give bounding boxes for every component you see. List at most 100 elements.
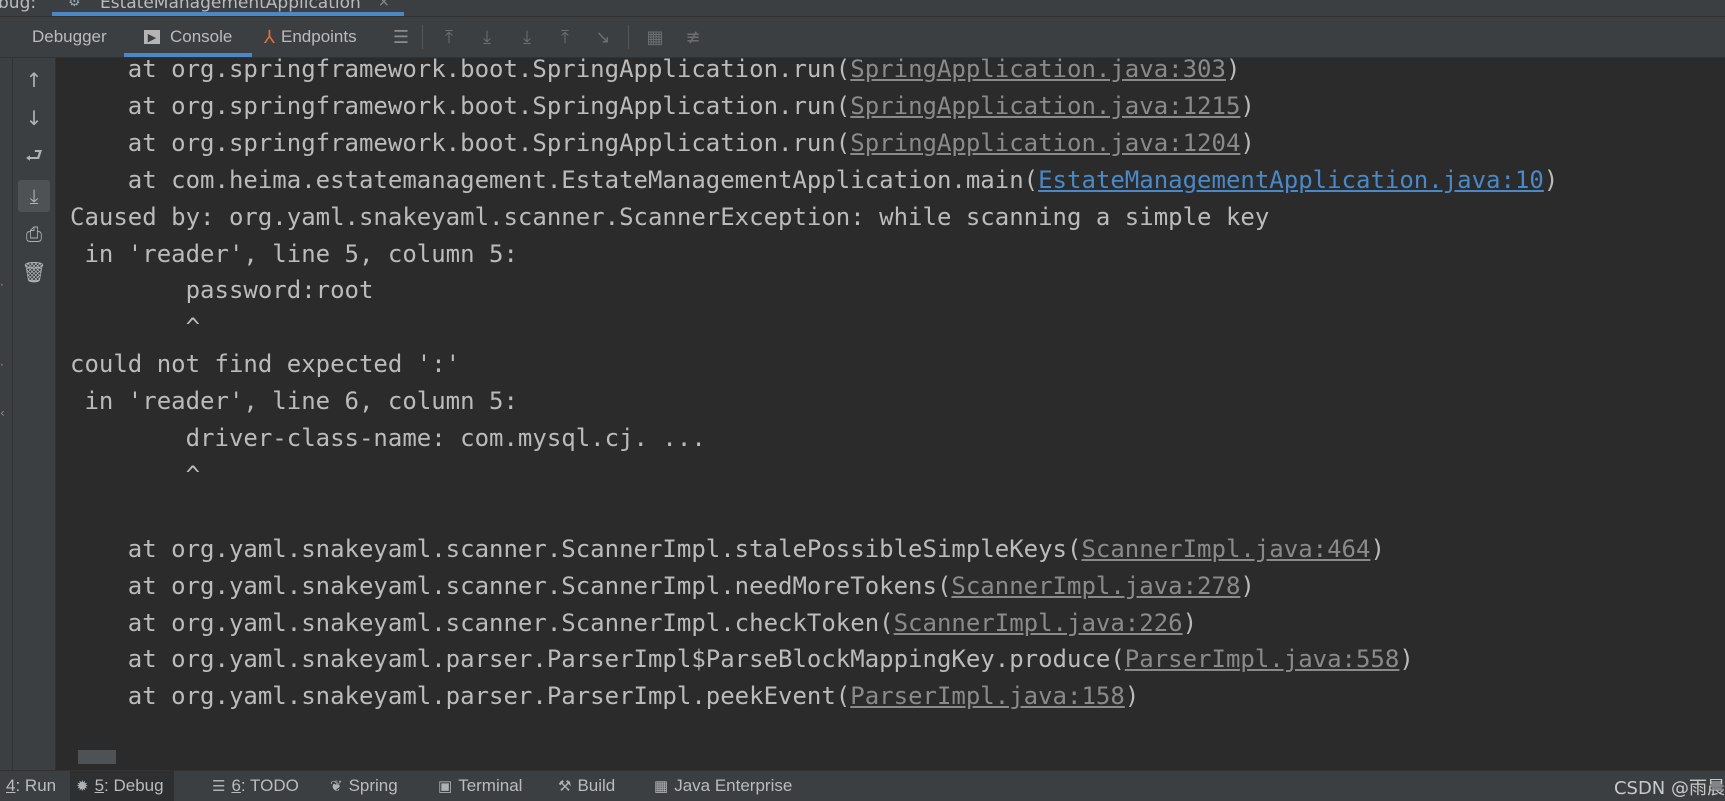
console-line-suffix: ): [1240, 91, 1255, 120]
restore-layout-icon[interactable]: ☰: [388, 17, 414, 57]
tab-endpoints-label: Endpoints: [281, 27, 357, 46]
tool-tab-label: Build: [577, 776, 616, 795]
step-into-icon[interactable]: ⤓: [514, 17, 540, 57]
java-enterprise-icon: ▦: [654, 778, 669, 795]
csdn-watermark: CSDN @雨晨: [1613, 778, 1725, 799]
stack-trace-link[interactable]: ScannerImpl.java:278: [951, 572, 1240, 600]
console-line: at org.springframework.boot.SpringApplic…: [70, 123, 1255, 163]
console-line-text: at org.yaml.snakeyaml.scanner.ScannerImp…: [70, 534, 1082, 563]
tool-tab-number: 6: [231, 776, 241, 795]
evaluate-expression-icon[interactable]: ▦: [642, 17, 668, 57]
console-line-text: ^: [70, 313, 201, 342]
console-line: at org.springframework.boot.SpringApplic…: [70, 58, 1241, 89]
tool-tab-run[interactable]: 4: Run: [6, 771, 56, 801]
stack-trace-link[interactable]: ParserImpl.java:158: [850, 682, 1125, 710]
console-line: could not find expected ':': [70, 344, 460, 384]
tool-tab-label: : Debug: [104, 776, 164, 795]
console-icon: ▶: [144, 30, 160, 44]
console-line: in 'reader', line 5, column 5:: [70, 234, 518, 274]
console-line-text: in 'reader', line 6, column 5:: [70, 387, 518, 416]
console-line-text: password:root: [70, 276, 374, 305]
console-line-text: at org.yaml.snakeyaml.parser.ParserImpl$…: [70, 645, 1125, 674]
run-to-cursor-icon[interactable]: ↘: [590, 17, 616, 57]
console-line: at org.springframework.boot.SpringApplic…: [70, 86, 1255, 126]
console-output[interactable]: at org.springframework.boot.SpringApplic…: [56, 58, 1725, 770]
tool-tab-java-enterprise[interactable]: ▦ Java Enterprise: [654, 771, 792, 801]
tab-debugger-label: Debugger: [32, 27, 107, 46]
tool-tab-label: : Run: [15, 776, 57, 795]
console-line-suffix: ): [1399, 645, 1414, 674]
toolbar-separator: [628, 25, 629, 49]
up-arrow-icon[interactable]: ↑: [18, 64, 50, 96]
console-line-text: at org.yaml.snakeyaml.scanner.ScannerImp…: [70, 608, 894, 637]
console-line-text: ^: [70, 460, 201, 489]
console-line: ^: [70, 307, 200, 347]
tool-tab-todo[interactable]: ☰ 6: TODO: [212, 771, 299, 801]
toolbar-separator: [422, 25, 423, 49]
console-line-text: at org.springframework.boot.SpringApplic…: [70, 128, 851, 157]
console-line-text: driver-class-name: com.mysql.cj. ...: [70, 424, 706, 452]
debug-bug-icon: ✹: [76, 778, 89, 795]
console-line-suffix: ): [1124, 682, 1140, 711]
console-line-text: in 'reader', line 5, column 5:: [70, 239, 518, 268]
stack-trace-link[interactable]: ScannerImpl.java:464: [1081, 535, 1370, 563]
scroll-to-end-icon[interactable]: ⤓: [18, 180, 50, 212]
console-line-text: at org.yaml.snakeyaml.scanner.ScannerImp…: [70, 571, 952, 600]
show-execution-point-icon[interactable]: ⤒: [436, 17, 462, 57]
gutter-marker-icon: ·: [0, 358, 4, 372]
tool-window-bar: CSDN @雨晨 4: Run ✹ 5: Debug ☰ 6: TODO ❦ Spring ▣…: [0, 770, 1725, 801]
console-line: at org.yaml.snakeyaml.parser.ParserImpl.…: [70, 676, 1139, 716]
down-arrow-icon[interactable]: ↓: [18, 102, 50, 134]
console-line: at org.yaml.snakeyaml.parser.ParserImpl$…: [70, 639, 1414, 679]
spring-leaf-icon: ❦: [330, 778, 343, 795]
active-tab-underline: [52, 12, 404, 16]
stack-trace-link[interactable]: ParserImpl.java:558: [1125, 645, 1400, 673]
console-line: in 'reader', line 6, column 5:: [70, 381, 518, 421]
tool-tab-terminal[interactable]: ▣ Terminal: [438, 771, 522, 801]
tool-tab-build[interactable]: ⚒ Build: [558, 771, 615, 801]
tab-estate-management-application[interactable]: ⚙ EstateManagementApplication ×: [52, 0, 404, 16]
tool-tab-debug[interactable]: ✹ 5: Debug: [70, 771, 174, 801]
trace-settings-icon[interactable]: ≢: [680, 17, 706, 57]
tab-endpoints[interactable]: ⅄ Endpoints: [264, 17, 357, 57]
tab-debugger[interactable]: Debugger: [32, 17, 107, 57]
step-over-icon[interactable]: ⤓: [474, 17, 500, 57]
stack-trace-link[interactable]: SpringApplication.java:303: [850, 58, 1226, 83]
close-icon[interactable]: ×: [378, 0, 390, 10]
debug-strip-label: bug:: [0, 0, 37, 13]
tool-tab-number: 4: [6, 776, 16, 795]
tool-tab-label: Terminal: [458, 776, 523, 795]
console-tab-underline: [124, 53, 252, 57]
console-line-suffix: ): [1370, 534, 1385, 563]
console-line: at org.yaml.snakeyaml.scanner.ScannerImp…: [70, 603, 1197, 643]
console-line: Caused by: org.yaml.snakeyaml.scanner.Sc…: [70, 197, 1269, 237]
left-edge-gutter: · · ‹: [0, 58, 13, 770]
stack-trace-link[interactable]: SpringApplication.java:1204: [850, 129, 1240, 157]
stack-trace-link[interactable]: SpringApplication.java:1215: [850, 92, 1240, 120]
stack-trace-link[interactable]: EstateManagementApplication.java:10: [1038, 166, 1544, 194]
tool-tab-label: Java Enterprise: [674, 776, 793, 795]
tool-tab-spring[interactable]: ❦ Spring: [330, 771, 398, 801]
console-line: driver-class-name: com.mysql.cj. ...: [70, 418, 706, 458]
console-line-text: at org.yaml.snakeyaml.parser.ParserImpl.…: [70, 682, 851, 711]
console-line-text: at com.heima.estatemanagement.EstateMana…: [70, 165, 1039, 194]
horizontal-scrollbar-thumb[interactable]: [78, 750, 116, 764]
tool-tab-number: 5: [94, 776, 105, 795]
step-out-icon[interactable]: ⤒: [552, 17, 578, 57]
soft-wrap-icon[interactable]: ⮐: [18, 142, 50, 174]
trash-icon[interactable]: 🗑: [18, 256, 50, 288]
todo-list-icon: ☰: [212, 778, 226, 795]
console-line-suffix: ): [1182, 608, 1198, 637]
debug-tab-strip: bug: ⚙ EstateManagementApplication ×: [0, 0, 1725, 17]
spring-boot-icon: ⚙: [68, 0, 81, 10]
console-line-suffix: ): [1225, 58, 1241, 83]
console-side-toolbar: ↑ ↓ ⮐ ⤓ ⎙ 🗑: [13, 58, 56, 770]
terminal-icon: ▣: [438, 778, 453, 795]
console-line-text: at org.springframework.boot.SpringApplic…: [70, 91, 851, 120]
gutter-marker-icon: ‹: [0, 406, 5, 420]
print-icon[interactable]: ⎙: [18, 218, 50, 250]
console-line: ^: [70, 455, 200, 495]
tab-console[interactable]: ▶ Console: [144, 17, 232, 57]
stack-trace-link[interactable]: ScannerImpl.java:226: [894, 609, 1183, 637]
console-line-suffix: ): [1543, 165, 1559, 194]
